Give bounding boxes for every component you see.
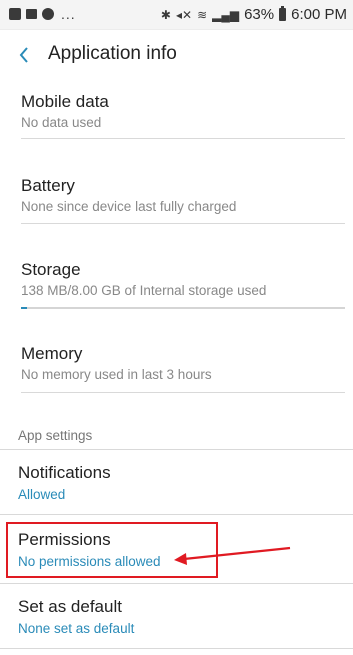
- notifications-item[interactable]: Notifications Allowed: [0, 452, 353, 514]
- section-divider: [0, 449, 353, 450]
- notifications-subtitle: Allowed: [18, 487, 66, 502]
- message-icon: [26, 9, 37, 19]
- signal-icon: ▂▄▆: [212, 7, 240, 22]
- divider: [21, 138, 345, 139]
- set-as-default-title: Set as default: [18, 597, 122, 616]
- annotation-arrow-icon: [174, 546, 291, 565]
- wifi-icon: ≋: [197, 7, 208, 22]
- mobile-data-title: Mobile data: [21, 92, 109, 111]
- back-button[interactable]: [12, 42, 36, 68]
- battery-item[interactable]: Battery None since device last fully cha…: [0, 164, 353, 230]
- page-title: Application info: [48, 43, 177, 64]
- back-arrow-icon: [19, 47, 28, 63]
- app-bar: Application info: [0, 30, 353, 80]
- more-notifications-indicator: ...: [61, 6, 76, 22]
- storage-item[interactable]: Storage 138 MB/8.00 GB of Internal stora…: [0, 248, 353, 310]
- set-as-default-item[interactable]: Set as default None set as default: [0, 586, 353, 648]
- clock: 6:00 PM: [291, 6, 347, 23]
- battery-percent: 63%: [244, 6, 275, 23]
- mute-icon: ◂✕: [175, 7, 193, 22]
- notifications-title: Notifications: [18, 463, 111, 482]
- set-as-default-subtitle: None set as default: [18, 621, 135, 636]
- mobile-data-item[interactable]: Mobile data No data used: [0, 80, 353, 146]
- mobile-data-subtitle: No data used: [21, 115, 102, 130]
- gallery-icon: [9, 8, 21, 20]
- battery-title: Battery: [21, 176, 75, 195]
- divider: [0, 514, 353, 515]
- status-bar: ... ✱ ◂✕ ≋ ▂▄▆ 63% 6:00 PM: [0, 0, 353, 30]
- memory-item[interactable]: Memory No memory used in last 3 hours: [0, 332, 353, 398]
- memory-title: Memory: [21, 344, 83, 363]
- divider: [21, 223, 345, 224]
- status-bar-system: ✱ ◂✕ ≋ ▂▄▆ 63% 6:00 PM: [161, 6, 347, 23]
- battery-subtitle: None since device last fully charged: [21, 199, 237, 214]
- storage-title: Storage: [21, 260, 81, 279]
- storage-usage-fill: [21, 307, 27, 309]
- battery-icon: [279, 6, 287, 21]
- storage-subtitle: 138 MB/8.00 GB of Internal storage used: [21, 283, 267, 298]
- divider: [0, 648, 353, 649]
- memory-subtitle: No memory used in last 3 hours: [21, 367, 212, 382]
- divider: [0, 583, 353, 584]
- bluetooth-icon: ✱: [160, 7, 171, 22]
- section-header-app-settings: App settings: [18, 428, 93, 443]
- storage-usage-bar: [21, 307, 345, 309]
- divider: [21, 392, 345, 393]
- status-bar-notifications: ...: [9, 6, 76, 22]
- sync-icon: [42, 8, 54, 20]
